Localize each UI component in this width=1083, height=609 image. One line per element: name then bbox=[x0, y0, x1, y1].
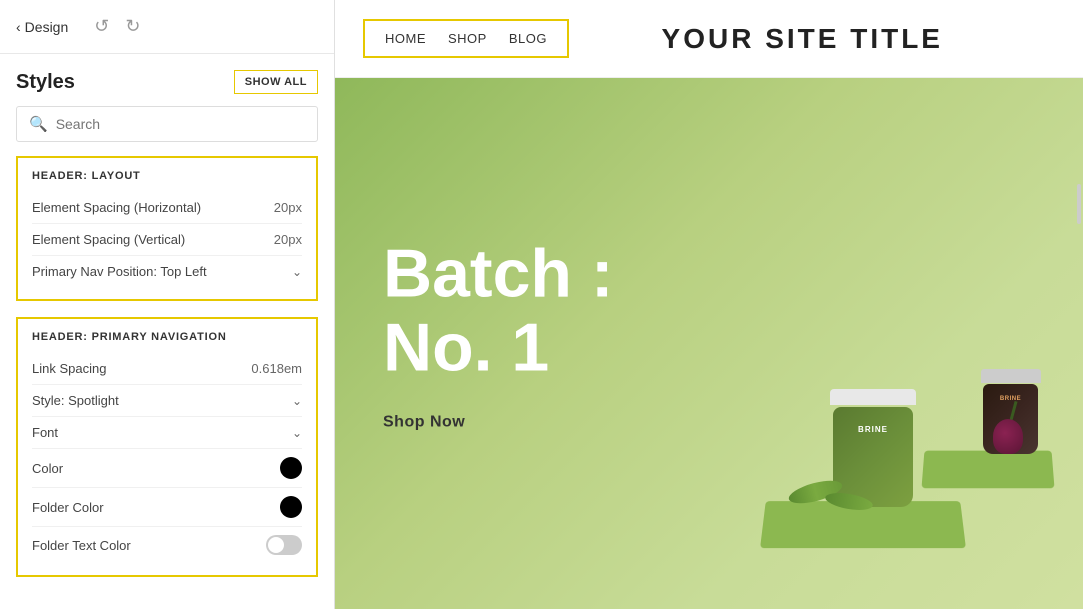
font-label: Font bbox=[32, 425, 58, 440]
hero-illustration: BRINE BRINE bbox=[634, 78, 1083, 609]
undo-redo-group: ↺ ↻ bbox=[92, 14, 142, 39]
folder-text-color-row[interactable]: Folder Text Color bbox=[32, 527, 302, 563]
style-spotlight-row[interactable]: Style: Spotlight ⌄ bbox=[32, 385, 302, 417]
nav-box: HOME SHOP BLOG bbox=[363, 19, 569, 58]
jar-lid bbox=[830, 389, 916, 405]
search-bar: 🔍 bbox=[16, 106, 318, 142]
redo-button[interactable]: ↻ bbox=[123, 14, 142, 39]
site-title: YOUR SITE TITLE bbox=[662, 23, 943, 55]
hero-heading-line1: Batch : bbox=[383, 236, 613, 311]
element-spacing-horizontal-value: 20px bbox=[274, 200, 302, 215]
jar-label: BRINE bbox=[858, 425, 888, 434]
panel-header: Styles SHOW ALL bbox=[0, 54, 334, 106]
element-spacing-horizontal-row: Element Spacing (Horizontal) 20px bbox=[32, 192, 302, 224]
hero-text: Batch : No. 1 Shop Now bbox=[383, 236, 613, 432]
element-spacing-vertical-label: Element Spacing (Vertical) bbox=[32, 232, 185, 247]
back-label: Design bbox=[25, 19, 69, 35]
panel-content: HEADER: LAYOUT Element Spacing (Horizont… bbox=[0, 156, 334, 609]
element-spacing-vertical-value: 20px bbox=[274, 232, 302, 247]
preview-hero: Batch : No. 1 Shop Now BRINE BR bbox=[335, 78, 1083, 609]
element-spacing-vertical-row: Element Spacing (Vertical) 20px bbox=[32, 224, 302, 256]
undo-button[interactable]: ↺ bbox=[92, 14, 111, 39]
folder-color-label: Folder Color bbox=[32, 500, 104, 515]
nav-shop[interactable]: SHOP bbox=[448, 31, 487, 46]
beet bbox=[993, 419, 1023, 454]
header-nav-title: HEADER: PRIMARY NAVIGATION bbox=[32, 331, 302, 343]
nav-home[interactable]: HOME bbox=[385, 31, 426, 46]
color-label: Color bbox=[32, 461, 63, 476]
link-spacing-value: 0.618em bbox=[251, 361, 302, 376]
style-chevron-icon: ⌄ bbox=[292, 394, 302, 408]
header-layout-section: HEADER: LAYOUT Element Spacing (Horizont… bbox=[16, 156, 318, 301]
folder-text-color-label: Folder Text Color bbox=[32, 538, 131, 553]
header-nav-section: HEADER: PRIMARY NAVIGATION Link Spacing … bbox=[16, 317, 318, 577]
nav-blog[interactable]: BLOG bbox=[509, 31, 547, 46]
brine-jar: BRINE bbox=[833, 389, 913, 509]
color-dot[interactable] bbox=[280, 457, 302, 479]
primary-nav-position-label: Primary Nav Position: Top Left bbox=[32, 264, 207, 279]
header-layout-title: HEADER: LAYOUT bbox=[32, 170, 302, 182]
top-bar: ‹ Design ↺ ↻ bbox=[0, 0, 334, 54]
search-icon: 🔍 bbox=[29, 115, 48, 133]
shelf-right bbox=[921, 451, 1054, 489]
font-chevron-icon: ⌄ bbox=[292, 426, 302, 440]
folder-text-color-toggle[interactable] bbox=[266, 535, 302, 555]
primary-nav-position-row[interactable]: Primary Nav Position: Top Left ⌄ bbox=[32, 256, 302, 287]
hero-heading: Batch : No. 1 bbox=[383, 236, 613, 386]
folder-color-dot[interactable] bbox=[280, 496, 302, 518]
style-spotlight-label: Style: Spotlight bbox=[32, 393, 119, 408]
panel-title: Styles bbox=[16, 71, 75, 94]
element-spacing-horizontal-label: Element Spacing (Horizontal) bbox=[32, 200, 201, 215]
shop-now-button[interactable]: Shop Now bbox=[383, 414, 465, 432]
jar-body: BRINE bbox=[833, 407, 913, 507]
show-all-button[interactable]: SHOW ALL bbox=[234, 70, 318, 94]
left-panel: ‹ Design ↺ ↻ Styles SHOW ALL 🔍 HEADER: L… bbox=[0, 0, 335, 609]
back-chevron-icon: ‹ bbox=[16, 19, 21, 35]
color-row[interactable]: Color bbox=[32, 449, 302, 488]
link-spacing-row: Link Spacing 0.618em bbox=[32, 353, 302, 385]
back-button[interactable]: ‹ Design bbox=[16, 19, 68, 35]
folder-color-row[interactable]: Folder Color bbox=[32, 488, 302, 527]
search-input[interactable] bbox=[56, 116, 305, 132]
font-row[interactable]: Font ⌄ bbox=[32, 417, 302, 449]
jar-small-lid bbox=[981, 369, 1041, 383]
link-spacing-label: Link Spacing bbox=[32, 361, 106, 376]
jar-small-label: BRINE bbox=[1000, 396, 1021, 402]
hero-heading-line2: No. 1 bbox=[383, 311, 613, 386]
primary-nav-chevron-icon: ⌄ bbox=[292, 265, 302, 279]
right-panel: HOME SHOP BLOG YOUR SITE TITLE Batch : N… bbox=[335, 0, 1083, 609]
preview-header: HOME SHOP BLOG YOUR SITE TITLE bbox=[335, 0, 1083, 78]
